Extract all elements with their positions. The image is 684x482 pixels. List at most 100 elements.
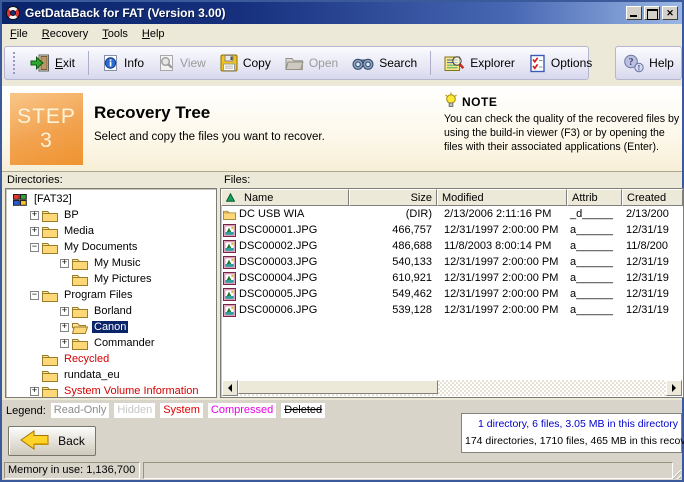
expand-plus-icon[interactable]: + [60, 307, 69, 316]
file-row-dsc00005-jpg[interactable]: DSC00005.JPG549,46212/31/1997 2:00:00 PM… [221, 286, 683, 302]
tree-item-system-volume-information[interactable]: + System Volume Information [6, 383, 216, 398]
collapse-minus-icon[interactable]: − [30, 291, 39, 300]
file-row-dsc00004-jpg[interactable]: DSC00004.JPG610,92112/31/1997 2:00:00 PM… [221, 270, 683, 286]
status-panel-empty [143, 462, 673, 479]
step-box: STEP 3 [10, 93, 83, 165]
file-created-cell: 12/31/19 [622, 304, 683, 316]
horizontal-scrollbar[interactable] [222, 380, 682, 396]
tree-item-rundata-eu[interactable]: rundata_eu [6, 367, 216, 383]
svg-text:?: ? [629, 57, 634, 68]
file-row-dsc00002-jpg[interactable]: DSC00002.JPG486,68811/8/2003 8:00:14 PMa… [221, 238, 683, 254]
file-name-cell: DC USB WIA [221, 208, 349, 221]
maximize-button[interactable] [644, 6, 660, 20]
expand-plus-icon[interactable]: + [30, 387, 39, 396]
collapse-minus-icon[interactable]: − [30, 243, 39, 252]
tree-item-my-documents[interactable]: −My Documents [6, 239, 216, 255]
tree-item-program-files[interactable]: − Program Files [6, 287, 216, 303]
tree-item-bp[interactable]: +BP [6, 207, 216, 223]
directory-tree[interactable]: [FAT32]+BP+Media−My Documents+My MusicMy… [5, 188, 217, 398]
minimize-button[interactable] [626, 6, 642, 20]
legend: Legend: Read-OnlyHiddenSystemCompressedD… [6, 402, 325, 419]
file-modified-cell: 12/31/1997 2:00:00 PM [437, 288, 567, 300]
folder-open-icon [72, 321, 88, 334]
tree-item-borland[interactable]: +Borland [6, 303, 216, 319]
search-button[interactable]: Search [345, 53, 424, 74]
close-button[interactable] [662, 6, 678, 20]
file-created-cell: 12/31/19 [622, 224, 683, 236]
right-arrow-icon [672, 384, 676, 392]
files-header: NameSizeModifiedAttribCreated [221, 189, 683, 206]
folder-icon [223, 208, 236, 221]
copy-button[interactable]: Copy [213, 51, 278, 75]
help-button[interactable]: ?!Help [616, 51, 681, 76]
file-row-dc-usb-wia[interactable]: DC USB WIA(DIR)2/13/2006 2:11:16 PM_d___… [221, 206, 683, 222]
scroll-right-button[interactable] [666, 380, 682, 396]
back-button[interactable]: Back [8, 426, 96, 456]
file-size-cell: 466,757 [349, 224, 437, 236]
view-button-label: View [180, 56, 206, 70]
folder-icon [42, 385, 58, 398]
file-attrib-cell: _d_____ [567, 208, 622, 220]
options-button[interactable]: Options [522, 51, 599, 76]
tree-item-my-pictures[interactable]: My Pictures [6, 271, 216, 287]
tree-item-my-music[interactable]: +My Music [6, 255, 216, 271]
legend-item-read-only: Read-Only [51, 403, 110, 418]
file-created-cell: 11/8/200 [622, 240, 683, 252]
tree-item-fat32[interactable]: [FAT32] [6, 191, 216, 207]
folder-icon [42, 209, 58, 222]
left-arrow-icon [228, 384, 232, 392]
explorer-button[interactable]: Explorer [437, 51, 522, 76]
tree-item-recycled[interactable]: Recycled [6, 351, 216, 367]
column-header-size[interactable]: Size [349, 189, 437, 206]
search-button-label: Search [379, 56, 417, 70]
memory-status: Memory in use: 1,136,700 [4, 462, 140, 479]
image-file-icon [223, 240, 236, 253]
tree-item-commander[interactable]: +Commander [6, 335, 216, 351]
tree-item-media[interactable]: +Media [6, 223, 216, 239]
legend-item-deleted: Deleted [281, 403, 325, 418]
directories-label: Directories: [7, 174, 63, 186]
expand-plus-icon[interactable]: + [30, 227, 39, 236]
file-attrib-cell: a______ [567, 224, 622, 236]
file-name: DSC00004.JPG [239, 272, 317, 284]
file-modified-cell: 12/31/1997 2:00:00 PM [437, 304, 567, 316]
scrollbar-thumb[interactable] [238, 380, 438, 394]
file-name-cell: DSC00001.JPG [221, 224, 349, 237]
tree-item-label: System Volume Information [62, 385, 201, 397]
title-bar[interactable]: GetDataBack for FAT (Version 3.00) [2, 2, 682, 24]
toolbar-grip[interactable] [13, 52, 15, 74]
file-modified-cell: 2/13/2006 2:11:16 PM [437, 208, 567, 220]
folder-icon [42, 241, 58, 254]
file-row-dsc00001-jpg[interactable]: DSC00001.JPG466,75712/31/1997 2:00:00 PM… [221, 222, 683, 238]
windows-icon [12, 193, 28, 206]
back-button-label: Back [58, 434, 85, 448]
menu-item-tools[interactable]: Tools [95, 26, 135, 42]
column-header-modified[interactable]: Modified [437, 189, 567, 206]
menu-item-file[interactable]: File [3, 26, 35, 42]
toolbar-main-panel: ExitInfoViewCopyOpenSearchExplorerOption… [4, 46, 589, 80]
file-row-dsc00003-jpg[interactable]: DSC00003.JPG540,13312/31/1997 2:00:00 PM… [221, 254, 683, 270]
open-icon [285, 55, 304, 71]
scrollbar-track[interactable] [238, 380, 666, 396]
files-list[interactable]: NameSizeModifiedAttribCreated DC USB WIA… [220, 188, 684, 398]
expand-plus-icon[interactable]: + [30, 211, 39, 220]
tree-item-label: Program Files [62, 289, 134, 301]
open-button: Open [278, 52, 345, 74]
expand-plus-icon[interactable]: + [60, 339, 69, 348]
menu-item-help[interactable]: Help [135, 26, 172, 42]
tree-item-canon[interactable]: +Canon [6, 319, 216, 335]
scroll-left-button[interactable] [222, 380, 238, 396]
file-name: DSC00005.JPG [239, 288, 317, 300]
file-row-dsc00006-jpg[interactable]: DSC00006.JPG539,12812/31/1997 2:00:00 PM… [221, 302, 683, 318]
expand-plus-icon[interactable]: + [60, 259, 69, 268]
view-icon [158, 54, 175, 72]
menu-item-recovery[interactable]: Recovery [35, 26, 95, 42]
column-header-name[interactable]: Name [221, 189, 349, 206]
menu-bar: FileRecoveryToolsHelp [2, 24, 682, 43]
column-header-attrib[interactable]: Attrib [567, 189, 622, 206]
expand-plus-icon[interactable]: + [60, 323, 69, 332]
column-header-created[interactable]: Created [622, 189, 683, 206]
toolbar-help-panel: ?!Help [615, 46, 682, 80]
info-button[interactable]: Info [95, 51, 151, 75]
exit-button[interactable]: Exit [23, 51, 82, 75]
